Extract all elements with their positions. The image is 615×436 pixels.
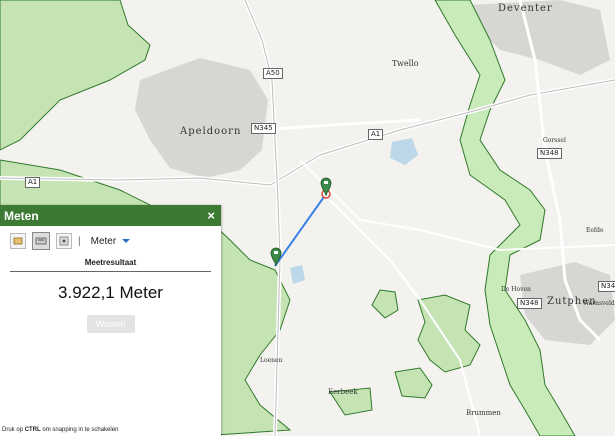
place-label-eerbeek: Eerbeek (328, 388, 358, 396)
chevron-down-icon (122, 239, 131, 243)
road-shield-n34: N34 (598, 281, 615, 292)
area-tool-icon[interactable] (10, 233, 26, 249)
road-shield-a1: A1 (368, 129, 384, 140)
snapping-hint: Druk op CTRL om snapping in te schakelen (2, 427, 118, 433)
place-label-twello: Twello (392, 59, 419, 68)
place-label-warnsveld: Warnsveld (583, 300, 615, 307)
place-label-loenen: Loenen (260, 357, 283, 364)
place-label-deventer: Deventer (498, 3, 553, 14)
place-label-apeldoorn: Apeldoorn (180, 126, 242, 137)
place-label-brummen: Brummen (466, 409, 501, 417)
measure-panel: Meten × | Meter Meetresultaat 3.922,1 Me… (0, 205, 221, 436)
location-tool-icon[interactable] (56, 233, 72, 249)
unit-dropdown[interactable]: Meter (91, 236, 131, 247)
close-button[interactable]: × (207, 208, 215, 223)
result-value: 3.922,1 Meter (58, 283, 163, 302)
road-shield-a1-west: A1 (25, 177, 41, 188)
road-shield-n345: N345 (251, 123, 276, 134)
road-shield-n348: N348 (537, 148, 562, 159)
clear-button[interactable]: Wissen (86, 315, 135, 333)
hint-prefix: Druk op (2, 427, 25, 433)
road-shield-n348-south: N348 (517, 298, 542, 309)
divider (10, 271, 211, 272)
measure-toolbar: | Meter (0, 226, 221, 256)
unit-dropdown-value: Meter (90, 235, 117, 247)
result-title: Meetresultaat (84, 258, 137, 267)
distance-tool-icon[interactable] (32, 232, 50, 250)
toolbar-separator: | (78, 235, 81, 247)
panel-header: Meten × (0, 205, 221, 226)
road-shield-a50: A50 (263, 68, 283, 79)
place-label-eefde: Eefde (586, 227, 604, 234)
place-label-gorssel: Gorssel (543, 137, 566, 144)
place-label-de-hoven: De Hoven (501, 286, 531, 293)
hint-suffix: om snapping in te schakelen (40, 427, 119, 433)
hint-key: CTRL (24, 427, 41, 433)
panel-title: Meten (4, 208, 39, 223)
